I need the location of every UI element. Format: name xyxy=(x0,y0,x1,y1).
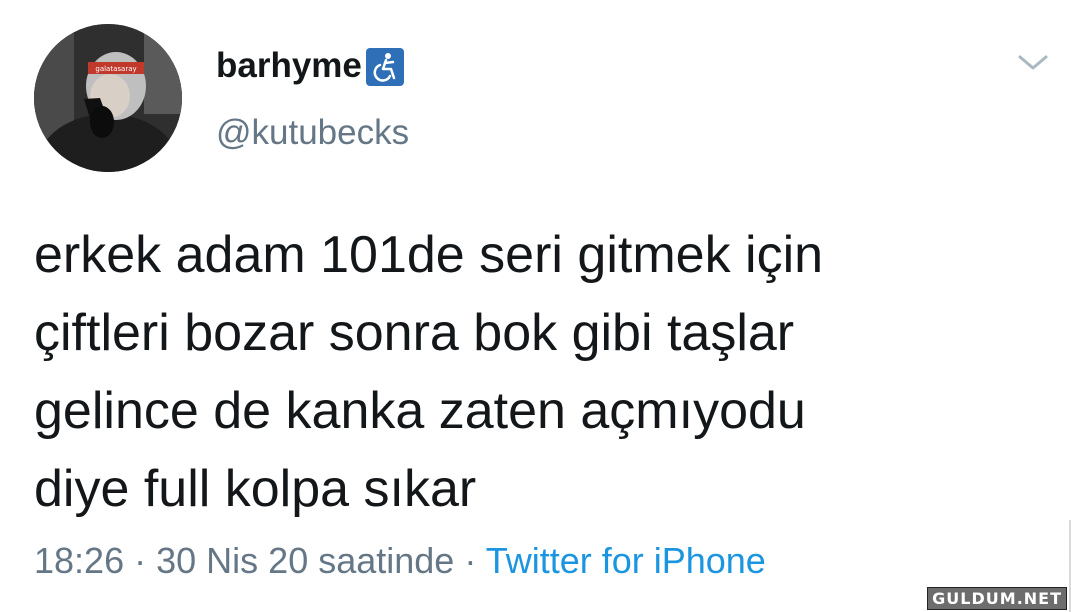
tweet-line: diye full kolpa sıkar xyxy=(34,460,477,518)
tweet-time[interactable]: 18:26 xyxy=(34,540,124,581)
tweet-meta: 18:26 · 30 Nis 20 saatinde · Twitter for… xyxy=(34,540,766,582)
tweet-source-link[interactable]: Twitter for iPhone xyxy=(486,540,766,581)
tweet-line: gelince de kanka zaten açmıyodu xyxy=(34,382,806,440)
meta-separator: · xyxy=(464,540,477,581)
user-handle[interactable]: @kutubecks xyxy=(216,113,409,153)
display-name[interactable]: barhyme xyxy=(216,46,362,86)
watermark: GULDUM.NET xyxy=(927,587,1067,610)
tweet-text: erkek adam 101de seri gitmek için çiftle… xyxy=(34,216,1034,528)
avatar[interactable]: galatasaray xyxy=(34,24,182,172)
meta-separator: · xyxy=(134,540,147,581)
display-name-row[interactable]: barhyme xyxy=(216,46,404,86)
tweet-line: çiftleri bozar sonra bok gibi taşlar xyxy=(34,304,795,362)
avatar-image: galatasaray xyxy=(34,24,182,172)
tweet-date[interactable]: 30 Nis 20 saatinde xyxy=(156,540,454,581)
wheelchair-accessibility-icon xyxy=(365,48,404,86)
chevron-down-icon[interactable] xyxy=(1016,52,1050,74)
avatar-badge-text: galatasaray xyxy=(95,65,136,73)
tweet-line: erkek adam 101de seri gitmek için xyxy=(34,226,824,284)
